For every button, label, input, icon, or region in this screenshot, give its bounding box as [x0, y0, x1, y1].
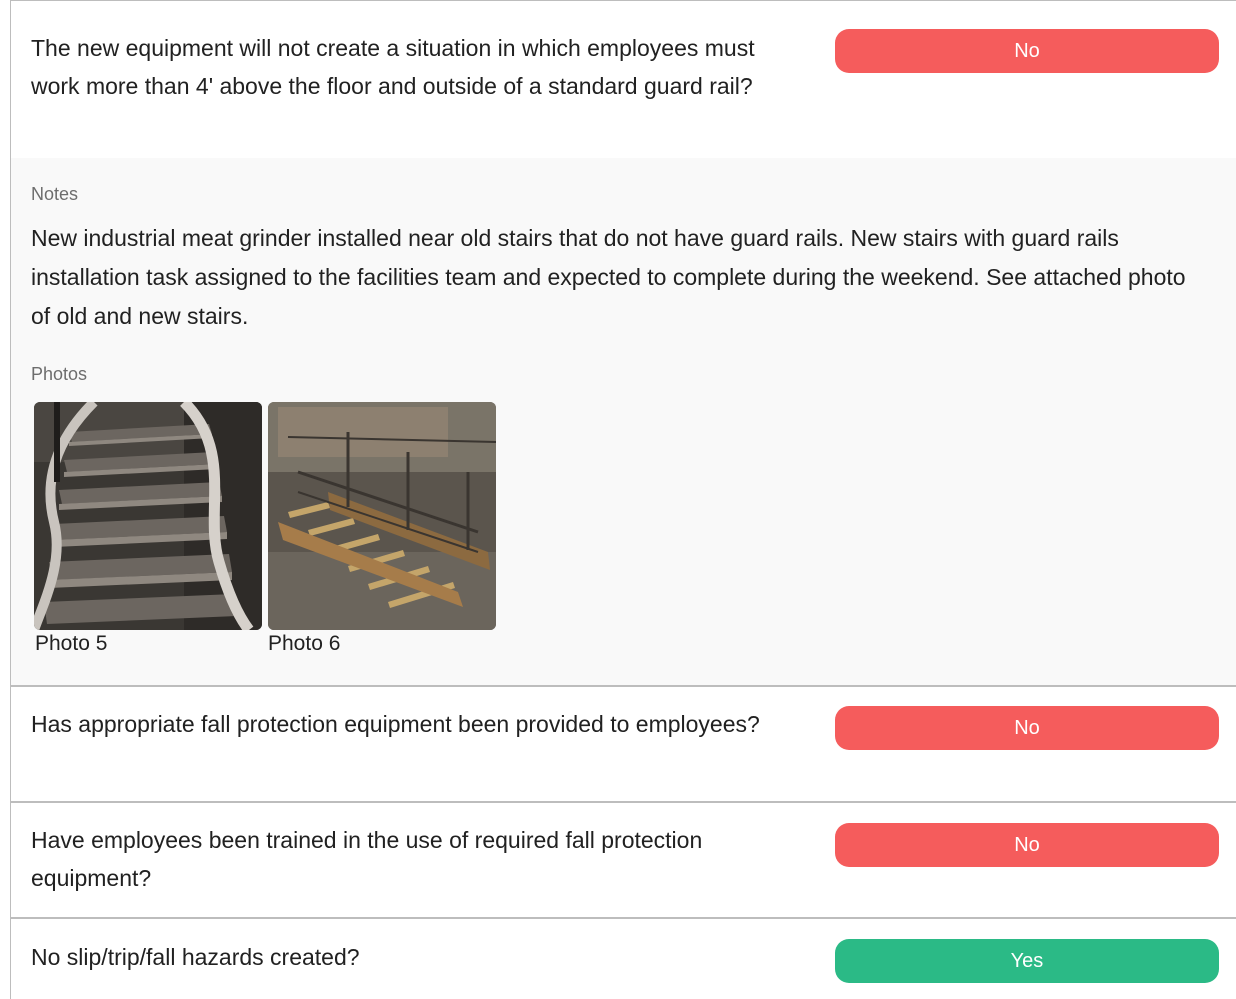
question-row: The new equipment will not create a situ… [11, 1, 1236, 158]
question-text: Has appropriate fall protection equipmen… [31, 711, 760, 737]
photo-thumbnail-old-stairs[interactable] [34, 402, 262, 630]
question-row: No slip/trip/fall hazards created? Yes [11, 919, 1236, 999]
photo-thumbnail-new-stairs[interactable] [268, 402, 496, 630]
photo-caption: Photo 6 [268, 632, 341, 655]
notes-label: Notes [31, 184, 79, 204]
photos-label: Photos [31, 364, 88, 384]
answer-no-button[interactable]: No [835, 823, 1219, 867]
answer-no-button[interactable]: No [835, 29, 1219, 73]
photo-caption: Photo 5 [35, 632, 108, 655]
answer-yes-button[interactable]: Yes [835, 939, 1219, 983]
old-stairs-image [34, 402, 262, 630]
question-row: Have employees been trained in the use o… [11, 803, 1236, 917]
answer-no-button[interactable]: No [835, 706, 1219, 750]
new-stairs-image [268, 402, 496, 630]
question-text: The new equipment will not create a situ… [31, 35, 755, 99]
question-row: Has appropriate fall protection equipmen… [11, 687, 1236, 801]
notes-text: New industrial meat grinder installed ne… [31, 225, 1186, 329]
question-text: Have employees been trained in the use o… [31, 827, 703, 891]
question-text: No slip/trip/fall hazards created? [31, 944, 360, 970]
checklist-section: The new equipment will not create a situ… [10, 0, 1236, 999]
